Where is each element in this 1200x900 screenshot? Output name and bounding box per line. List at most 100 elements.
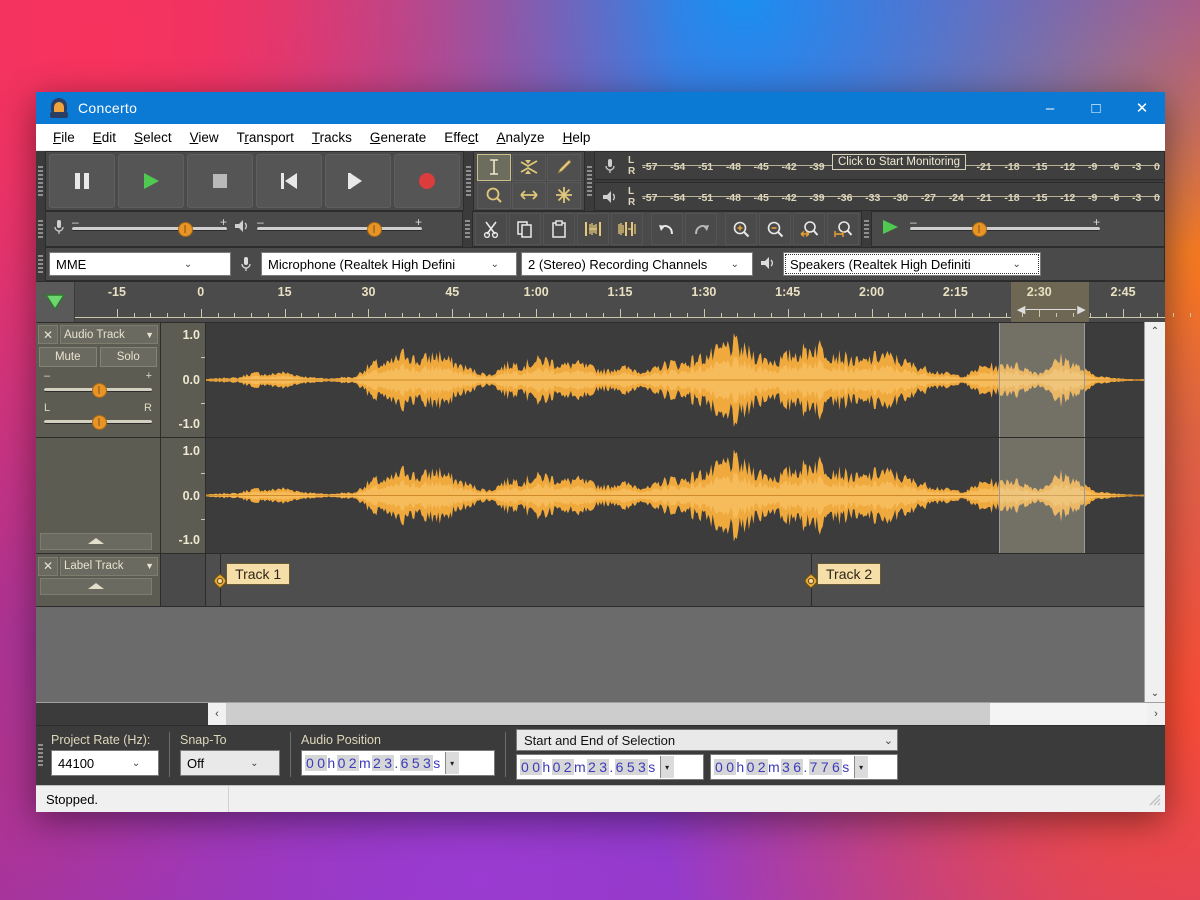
track-label[interactable]: Track 2 bbox=[817, 563, 881, 585]
audio-track-channel-right[interactable]: 1.0 0.0 -1.0 bbox=[36, 438, 1144, 554]
undo-icon[interactable] bbox=[651, 213, 683, 245]
trim-audio-icon[interactable] bbox=[577, 213, 609, 245]
menu-generate[interactable]: Generate bbox=[361, 128, 435, 147]
multi-tool[interactable] bbox=[547, 182, 581, 209]
menu-tracks[interactable]: Tracks bbox=[303, 128, 361, 147]
solo-button[interactable]: Solo bbox=[100, 347, 158, 367]
selection-toolbar-grip[interactable] bbox=[36, 726, 45, 783]
time-shift-tool[interactable] bbox=[512, 182, 546, 209]
selection-start-spinner[interactable]: ▾ bbox=[660, 756, 674, 778]
play-at-speed-grip[interactable] bbox=[862, 211, 871, 247]
recording-channels-select[interactable]: 2 (Stereo) Recording Channels ⌄ bbox=[521, 252, 753, 276]
mixer-toolbar-grip[interactable] bbox=[36, 211, 45, 247]
envelope-tool[interactable] bbox=[512, 154, 546, 181]
playback-device-select[interactable]: Speakers (Realtek High Definiti ⌄ bbox=[783, 252, 1041, 276]
timeline-ruler[interactable]: ◀▶-1501530451:001:151:301:452:002:152:30… bbox=[36, 281, 1165, 322]
record-meter-grip[interactable] bbox=[585, 151, 594, 211]
scroll-down-button[interactable]: ⌄ bbox=[1145, 684, 1165, 702]
playback-meter[interactable]: L R -57-54-51-48-45-42-39-36-33-30-27-24… bbox=[594, 182, 1165, 211]
play-at-speed-icon[interactable] bbox=[880, 218, 900, 241]
fit-project-icon[interactable] bbox=[827, 213, 859, 245]
recording-device-select[interactable]: Microphone (Realtek High Defini ⌄ bbox=[261, 252, 517, 276]
maximize-button[interactable]: □ bbox=[1073, 92, 1119, 124]
edit-toolbar-grip[interactable] bbox=[463, 211, 472, 247]
menu-help[interactable]: Help bbox=[554, 128, 600, 147]
selection-edge-cursor[interactable] bbox=[999, 323, 1000, 437]
selection-edge-cursor[interactable] bbox=[1084, 438, 1085, 553]
menu-view[interactable]: View bbox=[181, 128, 228, 147]
label-track-body[interactable]: Track 1 Track 2 bbox=[206, 554, 1144, 606]
menu-analyze[interactable]: Analyze bbox=[488, 128, 554, 147]
resize-grip-icon[interactable] bbox=[1146, 791, 1162, 807]
redo-icon[interactable] bbox=[685, 213, 717, 245]
selection-mode-select[interactable]: Start and End of Selection ⌄ bbox=[516, 729, 898, 751]
selection-edge-cursor[interactable] bbox=[1084, 323, 1085, 437]
close-button[interactable]: ✕ bbox=[1119, 92, 1165, 124]
close-track-button[interactable]: ✕ bbox=[38, 325, 58, 344]
zoom-tool[interactable] bbox=[477, 182, 511, 209]
audio-track-control-panel-lower[interactable] bbox=[36, 438, 161, 553]
audio-track-control-panel[interactable]: ✕ Audio Track ▼ Mute Solo – + bbox=[36, 323, 161, 437]
transport-toolbar-grip[interactable] bbox=[36, 151, 45, 211]
horizontal-scroll-thumb[interactable] bbox=[226, 703, 990, 725]
device-toolbar-grip[interactable] bbox=[36, 247, 45, 281]
horizontal-scrollbar[interactable]: ‹ › bbox=[36, 702, 1165, 725]
cut-icon[interactable] bbox=[475, 213, 507, 245]
vertical-scrollbar[interactable]: ⌃ ⌄ bbox=[1144, 322, 1165, 702]
menu-edit[interactable]: Edit bbox=[84, 128, 125, 147]
waveform-left-channel[interactable] bbox=[206, 323, 1144, 437]
close-label-track-button[interactable]: ✕ bbox=[38, 557, 58, 576]
selection-start-field[interactable]: 00h02m23.653s ▾ bbox=[516, 754, 704, 780]
stop-button[interactable] bbox=[187, 154, 253, 208]
selection-edge-cursor[interactable] bbox=[999, 438, 1000, 553]
menu-file[interactable]: File bbox=[44, 128, 84, 147]
fit-selection-icon[interactable] bbox=[793, 213, 825, 245]
playback-volume-slider[interactable]: – + bbox=[257, 216, 422, 242]
minimize-button[interactable]: – bbox=[1027, 92, 1073, 124]
mute-button[interactable]: Mute bbox=[39, 347, 97, 367]
audio-host-select[interactable]: MME ⌄ bbox=[49, 252, 231, 276]
scroll-up-button[interactable]: ⌃ bbox=[1145, 322, 1165, 340]
empty-track-space[interactable] bbox=[36, 607, 1144, 702]
scroll-right-button[interactable]: › bbox=[1147, 703, 1165, 725]
play-button[interactable] bbox=[118, 154, 184, 208]
menu-effect[interactable]: Effect bbox=[435, 128, 487, 147]
horizontal-scroll-track[interactable] bbox=[226, 703, 1147, 725]
record-button[interactable] bbox=[394, 154, 460, 208]
menu-select[interactable]: Select bbox=[125, 128, 181, 147]
scroll-left-button[interactable]: ‹ bbox=[208, 703, 226, 725]
pause-button[interactable] bbox=[49, 154, 115, 208]
draw-tool[interactable] bbox=[547, 154, 581, 181]
audio-track-channel-left[interactable]: ✕ Audio Track ▼ Mute Solo – + bbox=[36, 323, 1144, 438]
paste-icon[interactable] bbox=[543, 213, 575, 245]
track-label[interactable]: Track 1 bbox=[226, 563, 290, 585]
menu-transport[interactable]: Transport bbox=[228, 128, 303, 147]
waveform-selection-region[interactable] bbox=[999, 323, 1084, 437]
pan-slider[interactable] bbox=[44, 413, 152, 431]
snap-to-select[interactable]: Off ⌄ bbox=[180, 750, 280, 776]
silence-audio-icon[interactable] bbox=[611, 213, 643, 245]
copy-icon[interactable] bbox=[509, 213, 541, 245]
tools-toolbar-grip[interactable] bbox=[464, 151, 473, 211]
zoom-in-icon[interactable] bbox=[725, 213, 757, 245]
selection-end-field[interactable]: 00h02m36.776s ▾ bbox=[710, 754, 898, 780]
label-track-control-panel[interactable]: ✕ Label Track ▼ bbox=[36, 554, 161, 606]
audio-position-spinner[interactable]: ▾ bbox=[445, 752, 459, 774]
timeline-scale[interactable]: ◀▶-1501530451:001:151:301:452:002:152:30… bbox=[75, 282, 1165, 322]
waveform-right-channel[interactable] bbox=[206, 438, 1144, 553]
skip-to-start-button[interactable] bbox=[256, 154, 322, 208]
track-name-dropdown[interactable]: Audio Track ▼ bbox=[60, 325, 158, 344]
project-rate-select[interactable]: 44100 ⌄ bbox=[51, 750, 159, 776]
vertical-scroll-track[interactable] bbox=[1145, 340, 1165, 684]
selection-tool[interactable] bbox=[477, 154, 511, 181]
zoom-out-icon[interactable] bbox=[759, 213, 791, 245]
recording-volume-slider[interactable]: – + bbox=[72, 216, 227, 242]
gain-slider[interactable] bbox=[44, 381, 152, 399]
collapse-label-track-button[interactable] bbox=[40, 578, 152, 595]
skip-to-end-button[interactable] bbox=[325, 154, 391, 208]
pinned-play-head-icon[interactable] bbox=[36, 282, 75, 322]
playback-speed-slider[interactable]: – + bbox=[910, 216, 1100, 242]
collapse-track-button[interactable] bbox=[40, 533, 152, 550]
label-track[interactable]: ✕ Label Track ▼ Track 1 Track 2 bbox=[36, 554, 1144, 607]
waveform-selection-region[interactable] bbox=[999, 438, 1084, 553]
